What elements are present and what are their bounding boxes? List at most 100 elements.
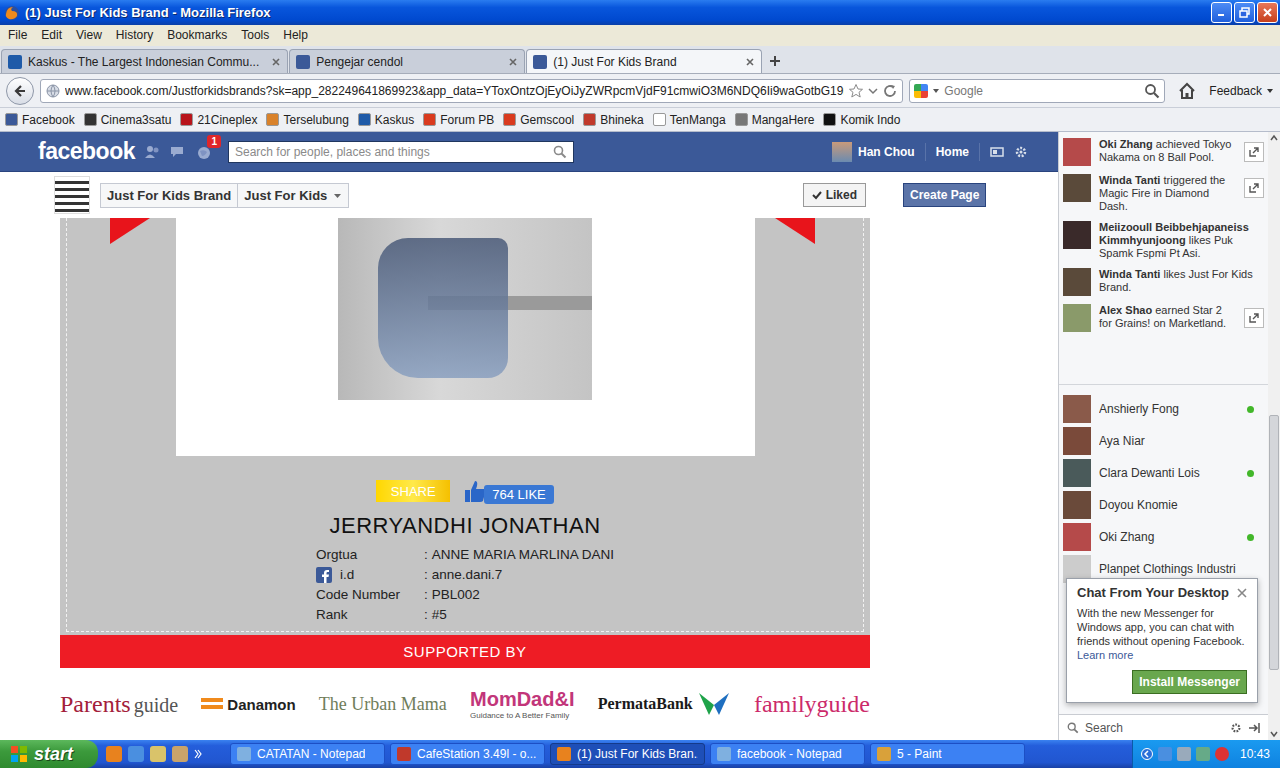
bookmark-item[interactable]: MangaHere — [735, 113, 815, 127]
reload-icon[interactable] — [882, 83, 898, 99]
search-bar[interactable]: Google — [909, 79, 1165, 103]
menu-item[interactable]: Help — [276, 25, 315, 46]
profile-link[interactable]: Han Chou — [832, 142, 915, 162]
taskbar-button[interactable]: 5 - Paint — [870, 743, 1025, 765]
chat-contact[interactable]: Oki Zhang — [1059, 521, 1268, 553]
volume-icon[interactable] — [1177, 747, 1191, 761]
taskbar-button[interactable]: (1) Just For Kids Bran... — [550, 743, 705, 765]
bookmark-item[interactable]: Kaskus — [358, 113, 414, 127]
minimize-button[interactable] — [1211, 2, 1232, 23]
page-scrollbar[interactable] — [1268, 132, 1280, 740]
messages-icon[interactable] — [168, 142, 188, 162]
firefox-launch-icon[interactable] — [106, 746, 122, 762]
open-story-button[interactable] — [1244, 308, 1264, 328]
ticker-item[interactable]: Alex Shao earned Star 2 for Grains! on M… — [1063, 304, 1264, 332]
bookmark-item[interactable]: TenManga — [653, 113, 726, 127]
tray-app-icon[interactable] — [1196, 747, 1210, 761]
page-logo[interactable] — [54, 176, 90, 214]
bookmark-item[interactable]: Forum PB — [423, 113, 494, 127]
chat-contact[interactable]: Clara Dewanti Lois — [1059, 457, 1268, 489]
previous-arrow-icon[interactable] — [110, 218, 150, 244]
install-messenger-button[interactable]: Install Messenger — [1132, 670, 1247, 694]
close-tab-icon[interactable] — [508, 57, 518, 67]
sponsor-logo[interactable]: PermataBank — [598, 691, 731, 717]
hide-sidebar-icon[interactable] — [1248, 722, 1260, 734]
ticker-item[interactable]: Meiizooull Beibbehjapaneiss Kimmhyunjoon… — [1063, 221, 1264, 260]
privacy-shortcuts-icon[interactable] — [990, 145, 1004, 159]
browser-tab[interactable]: Kaskus - The Largest Indonesian Commu... — [1, 49, 288, 73]
sponsor-logo[interactable]: Danamon — [201, 694, 295, 714]
chat-search[interactable]: Search — [1059, 714, 1268, 740]
google-icon[interactable] — [914, 84, 928, 98]
maximize-button[interactable] — [1234, 2, 1255, 23]
chat-contact[interactable]: Doyou Knomie — [1059, 489, 1268, 521]
browser-tab[interactable]: Pengejar cendol — [289, 49, 525, 73]
start-button[interactable]: start — [0, 740, 98, 768]
like-button[interactable]: 764 LIKE — [462, 478, 554, 504]
folder-launch-icon[interactable] — [172, 746, 188, 762]
back-button[interactable] — [6, 77, 34, 105]
close-tab-icon[interactable] — [271, 57, 281, 67]
ticker-item[interactable]: Winda Tanti triggered the Magic Fire in … — [1063, 174, 1264, 213]
close-button[interactable] — [1257, 2, 1278, 23]
home-icon[interactable] — [1177, 81, 1197, 101]
bookmark-item[interactable]: Bhineka — [583, 113, 643, 127]
breadcrumb-item[interactable]: Just For Kids Brand — [101, 184, 237, 207]
facebook-logo[interactable]: facebook — [38, 138, 132, 165]
close-tab-icon[interactable] — [745, 57, 755, 67]
sponsor-logo[interactable]: The Urban Mama — [319, 694, 447, 715]
bookmark-item[interactable]: Gemscool — [503, 113, 574, 127]
bookmark-star-icon[interactable] — [848, 83, 864, 99]
bookmark-item[interactable]: Terselubung — [266, 113, 348, 127]
network-icon[interactable] — [1158, 747, 1172, 761]
settings-gear-icon[interactable] — [1014, 145, 1028, 159]
learn-more-link[interactable]: Learn more — [1077, 649, 1133, 661]
tray-expand-icon[interactable] — [1141, 748, 1153, 760]
liked-button[interactable]: Liked — [803, 183, 866, 207]
engine-dropdown-icon[interactable] — [932, 87, 940, 95]
create-page-button[interactable]: Create Page — [903, 183, 986, 207]
share-button[interactable]: SHARE — [376, 480, 450, 502]
new-tab-button[interactable] — [763, 50, 787, 72]
menu-item[interactable]: History — [109, 25, 160, 46]
taskbar-button[interactable]: facebook - Notepad — [710, 743, 865, 765]
scroll-up-icon[interactable] — [1268, 132, 1280, 144]
scroll-thumb[interactable] — [1269, 415, 1279, 670]
taskbar-button[interactable]: CafeStation 3.49l - o... — [390, 743, 545, 765]
facebook-search[interactable]: Search for people, places and things — [228, 141, 574, 163]
app-launch-icon[interactable] — [150, 746, 166, 762]
friend-requests-icon[interactable] — [142, 142, 162, 162]
open-story-button[interactable] — [1244, 142, 1264, 162]
ie-launch-icon[interactable] — [128, 746, 144, 762]
scroll-down-icon[interactable] — [1268, 728, 1280, 740]
sponsor-logo[interactable]: MomDad&IGuidance to A Better Family — [470, 688, 574, 720]
bookmark-item[interactable]: Facebook — [5, 113, 75, 127]
ticker-item[interactable]: Winda Tanti likes Just For Kids Brand. — [1063, 268, 1264, 296]
chat-contact[interactable]: Aya Niar — [1059, 425, 1268, 457]
menu-item[interactable]: Edit — [34, 25, 69, 46]
bookmark-item[interactable]: Cinema3satu — [84, 113, 172, 127]
magnifier-icon[interactable] — [553, 145, 567, 159]
bookmark-item[interactable]: Komik Indo — [823, 113, 900, 127]
menu-item[interactable]: View — [69, 25, 109, 46]
taskbar-button[interactable]: CATATAN - Notepad — [230, 743, 385, 765]
security-alert-icon[interactable] — [1215, 747, 1229, 761]
browser-tab[interactable]: (1) Just For Kids Brand — [526, 49, 762, 73]
address-bar[interactable]: www.facebook.com/Justforkidsbrands?sk=ap… — [40, 79, 903, 103]
chat-contact[interactable]: Anshierly Fong — [1059, 393, 1268, 425]
home-link[interactable]: Home — [936, 145, 969, 159]
breadcrumb-item[interactable]: Just For Kids — [237, 184, 348, 207]
magnifier-icon[interactable] — [1144, 83, 1160, 99]
menu-item[interactable]: File — [1, 25, 34, 46]
ticker-item[interactable]: Oki Zhang achieved Tokyo Nakama on 8 Bal… — [1063, 138, 1264, 166]
menu-item[interactable]: Tools — [234, 25, 276, 46]
bookmark-item[interactable]: 21Cineplex — [180, 113, 257, 127]
feedback-button[interactable]: Feedback — [1209, 84, 1274, 98]
menu-item[interactable]: Bookmarks — [160, 25, 234, 46]
sponsor-logo[interactable]: familyguide — [754, 691, 870, 718]
next-arrow-icon[interactable] — [775, 218, 815, 244]
open-story-button[interactable] — [1244, 178, 1264, 198]
close-icon[interactable] — [1237, 588, 1247, 598]
sponsor-logo[interactable]: Parentsguide — [60, 691, 178, 718]
chat-options-gear-icon[interactable] — [1230, 722, 1242, 734]
